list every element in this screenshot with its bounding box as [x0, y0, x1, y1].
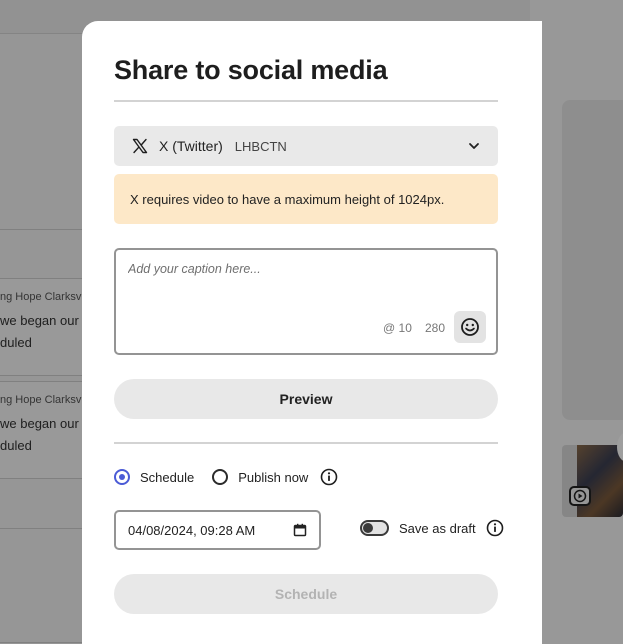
character-count: 280: [425, 321, 446, 335]
account-select[interactable]: X (Twitter) LHBCTN: [114, 126, 498, 166]
publish-now-radio[interactable]: [212, 469, 229, 485]
preview-button[interactable]: Preview: [114, 379, 498, 419]
caption-input[interactable]: [128, 262, 478, 302]
schedule-datetime-input[interactable]: 04/08/2024, 09:28 AM: [114, 510, 321, 550]
save-as-draft-label: Save as draft: [399, 520, 476, 536]
schedule-option[interactable]: Schedule: [114, 469, 194, 485]
mention-count: @ 10: [383, 321, 412, 335]
schedule-button[interactable]: Schedule: [114, 574, 498, 614]
schedule-label: Schedule: [140, 469, 195, 485]
publish-mode-group: Schedule Publish now: [114, 466, 338, 488]
schedule-datetime-value: 04/08/2024, 09:28 AM: [128, 522, 256, 538]
draft-info-icon[interactable]: [486, 519, 504, 537]
section-divider: [114, 442, 498, 444]
publish-now-label: Publish now: [238, 469, 309, 485]
publish-info-icon[interactable]: [320, 468, 338, 486]
x-logo-icon: [132, 138, 148, 154]
save-as-draft-toggle[interactable]: [360, 520, 389, 536]
chevron-down-icon: [468, 140, 480, 152]
account-handle: LHBCTN: [234, 138, 287, 154]
calendar-icon[interactable]: [293, 523, 307, 537]
video-height-alert: X requires video to have a maximum heigh…: [114, 174, 498, 224]
alert-text: X requires video to have a maximum heigh…: [130, 191, 445, 207]
title-divider: [114, 100, 498, 102]
save-as-draft-row: Save as draft: [360, 519, 504, 537]
account-platform: X (Twitter): [159, 138, 223, 154]
emoji-button[interactable]: [454, 311, 486, 343]
smiley-icon: [460, 317, 480, 337]
caption-box: @ 10 280: [114, 248, 498, 355]
share-modal: Share to social media X (Twitter) LHBCTN…: [82, 21, 542, 644]
modal-title: Share to social media: [114, 55, 388, 85]
publish-now-option[interactable]: Publish now: [212, 469, 308, 485]
schedule-radio[interactable]: [114, 469, 130, 485]
